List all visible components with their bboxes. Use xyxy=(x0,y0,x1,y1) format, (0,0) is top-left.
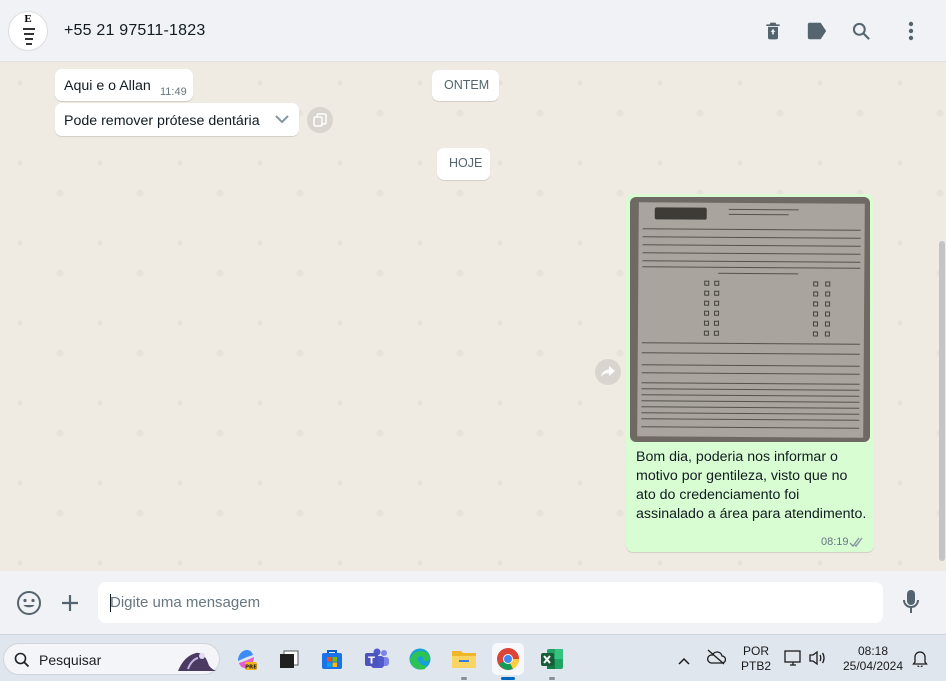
excel-icon xyxy=(541,649,563,669)
label-icon xyxy=(807,22,827,40)
clock[interactable]: 08:18 25/04/2024 xyxy=(838,644,908,674)
date-chip-yesterday: ONTEM xyxy=(432,70,499,101)
search-label: Pesquisar xyxy=(39,652,102,668)
cloud-off-icon xyxy=(707,649,727,665)
network-status[interactable] xyxy=(784,649,802,672)
windows-taskbar: Pesquisar PRE T POR PTB2 08:18 25/04/202… xyxy=(0,634,946,681)
attach-button[interactable] xyxy=(60,593,80,618)
message-time: 11:49 xyxy=(160,86,187,98)
keyboard-layout: PTB2 xyxy=(740,659,771,673)
running-indicator xyxy=(461,677,467,680)
chevron-up-icon xyxy=(678,657,690,665)
taskbar-edge[interactable] xyxy=(404,643,436,675)
message-composer xyxy=(0,571,946,634)
voice-message-button[interactable] xyxy=(902,589,920,620)
incoming-message[interactable]: Pode remover prótese dentária xyxy=(55,103,299,136)
speaker-icon xyxy=(809,650,825,666)
forward-icon xyxy=(601,366,615,377)
volume-control[interactable] xyxy=(808,649,826,672)
date-chip-today: HOJE xyxy=(437,148,490,180)
chat-scrollbar[interactable] xyxy=(938,63,946,571)
network-icon xyxy=(784,650,801,666)
edge-icon xyxy=(409,648,431,670)
label-chat-button[interactable] xyxy=(803,17,831,45)
incoming-message[interactable]: Aqui e o Allan 11:49 xyxy=(55,69,193,101)
copy-icon xyxy=(313,113,327,127)
store-icon xyxy=(322,650,342,669)
svg-text:T: T xyxy=(368,656,375,667)
chat-header: E +55 21 97511-1823 xyxy=(0,0,946,62)
copy-message-button[interactable] xyxy=(307,107,333,133)
message-text: Bom dia, poderia nos informar o motivo p… xyxy=(636,449,867,522)
clock-date: 25/04/2024 xyxy=(842,659,904,673)
taskbar-task-view[interactable] xyxy=(273,643,305,675)
menu-icon xyxy=(908,21,914,41)
taskbar-store[interactable] xyxy=(316,643,348,675)
folder-icon xyxy=(452,651,476,668)
taskbar-excel[interactable] xyxy=(536,643,568,680)
message-input-box[interactable] xyxy=(98,582,883,623)
document-image[interactable] xyxy=(630,197,870,442)
taskbar-search[interactable]: Pesquisar xyxy=(3,643,220,675)
chrome-icon xyxy=(497,648,520,670)
active-indicator xyxy=(501,677,515,680)
message-options-button[interactable] xyxy=(265,103,299,136)
read-receipt-icon xyxy=(849,537,863,548)
forward-message-button[interactable] xyxy=(595,359,621,385)
search-icon xyxy=(14,652,30,668)
bell-icon xyxy=(912,651,928,669)
taskbar-teams[interactable]: T xyxy=(361,643,393,675)
delete-chat-button[interactable] xyxy=(759,17,787,45)
plus-icon xyxy=(62,595,78,611)
document-photo xyxy=(637,202,865,438)
language-code: POR xyxy=(742,644,769,658)
copilot-icon: PRE xyxy=(238,650,257,671)
search-highlight-icon xyxy=(178,652,216,671)
taskbar-file-explorer[interactable] xyxy=(448,643,480,680)
message-text: Pode remover prótese dentária xyxy=(64,113,260,129)
chat-menu-button[interactable] xyxy=(897,17,925,45)
show-hidden-icons-button[interactable] xyxy=(678,652,690,670)
taskbar-chrome[interactable] xyxy=(492,643,524,680)
message-input[interactable] xyxy=(110,582,870,623)
taskbar-copilot[interactable]: PRE xyxy=(230,643,262,675)
trash-icon xyxy=(766,22,780,40)
contact-name[interactable]: +55 21 97511-1823 xyxy=(64,22,205,40)
chat-area[interactable]: Aqui e o Allan 11:49 ONTEM Pode remover … xyxy=(0,63,946,571)
avatar-letter: E xyxy=(24,13,32,25)
clock-time: 08:18 xyxy=(857,644,889,658)
onedrive-status[interactable] xyxy=(706,649,727,670)
svg-text:PRE: PRE xyxy=(245,665,257,671)
input-language[interactable]: POR PTB2 xyxy=(740,644,772,674)
microphone-icon xyxy=(903,590,919,613)
chevron-down-icon xyxy=(275,115,289,124)
task-view-icon xyxy=(280,650,299,668)
emoji-icon xyxy=(17,591,41,615)
notifications-button[interactable] xyxy=(912,649,928,672)
teams-icon: T xyxy=(365,648,389,668)
contact-avatar[interactable]: E xyxy=(8,11,48,51)
search-icon xyxy=(852,22,870,40)
search-chat-button[interactable] xyxy=(847,17,875,45)
scrollbar-thumb[interactable] xyxy=(939,241,945,561)
outgoing-image-message[interactable]: Bom dia, poderia nos informar o motivo p… xyxy=(626,194,874,552)
running-indicator xyxy=(549,677,555,680)
text-caret xyxy=(110,594,111,612)
emoji-button[interactable] xyxy=(16,590,42,621)
message-time: 08:19 xyxy=(821,536,849,548)
message-text: Aqui e o Allan xyxy=(64,78,151,94)
